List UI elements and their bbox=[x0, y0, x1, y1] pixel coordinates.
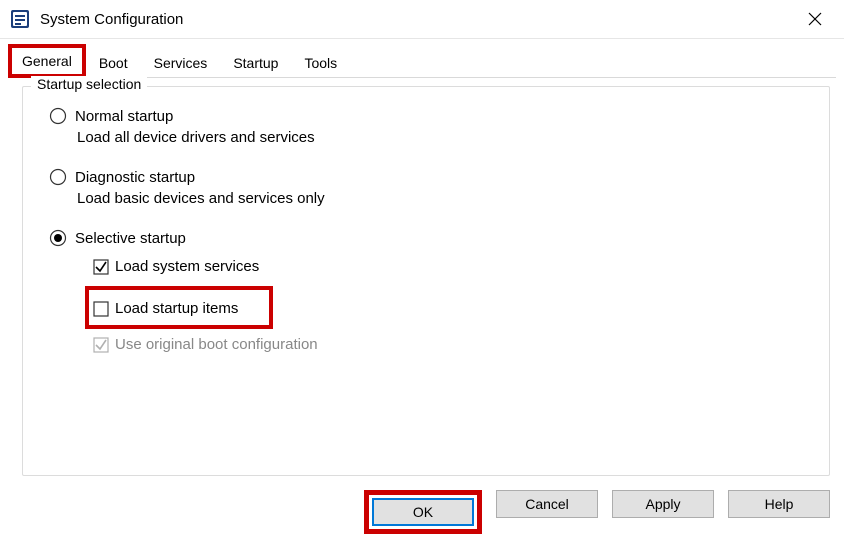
checkbox-load-startup-items[interactable]: Load startup items bbox=[85, 286, 273, 329]
dialog-buttons: OK Cancel Apply Help bbox=[364, 490, 830, 534]
radio-unchecked-icon bbox=[49, 107, 67, 125]
tab-startup[interactable]: Startup bbox=[220, 49, 291, 78]
ok-button[interactable]: OK bbox=[372, 498, 474, 526]
app-icon bbox=[10, 9, 30, 29]
group-label: Startup selection bbox=[31, 76, 147, 92]
radio-unchecked-icon bbox=[49, 168, 67, 186]
apply-button[interactable]: Apply bbox=[612, 490, 714, 518]
close-icon bbox=[808, 12, 822, 26]
radio-selective-label: Selective startup bbox=[75, 230, 186, 247]
window-title: System Configuration bbox=[40, 11, 792, 28]
checkbox-load-system-services-label: Load system services bbox=[115, 258, 259, 275]
radio-diagnostic-desc: Load basic devices and services only bbox=[77, 190, 809, 207]
radio-normal-label: Normal startup bbox=[75, 108, 173, 125]
startup-selection-group: Startup selection Normal startup Load al… bbox=[22, 86, 830, 476]
checkbox-unchecked-icon bbox=[93, 301, 109, 317]
radio-normal-startup[interactable]: Normal startup bbox=[49, 107, 809, 125]
tab-services[interactable]: Services bbox=[141, 49, 221, 78]
tab-general[interactable]: General bbox=[14, 50, 80, 72]
radio-normal-desc: Load all device drivers and services bbox=[77, 129, 809, 146]
help-button[interactable]: Help bbox=[728, 490, 830, 518]
highlight-ok-button: OK bbox=[364, 490, 482, 534]
tab-tools[interactable]: Tools bbox=[291, 49, 350, 78]
checkbox-checked-icon bbox=[93, 259, 109, 275]
radio-diagnostic-label: Diagnostic startup bbox=[75, 169, 195, 186]
close-button[interactable] bbox=[792, 4, 838, 34]
highlight-general-tab: General bbox=[8, 44, 86, 78]
checkbox-load-system-services[interactable]: Load system services bbox=[89, 257, 809, 276]
system-configuration-window: System Configuration General Boot Servic… bbox=[0, 0, 844, 544]
radio-diagnostic-startup[interactable]: Diagnostic startup bbox=[49, 168, 809, 186]
checkbox-use-original-boot: Use original boot configuration bbox=[89, 335, 809, 354]
tab-boot[interactable]: Boot bbox=[86, 49, 141, 78]
checkbox-use-original-boot-label: Use original boot configuration bbox=[115, 336, 318, 353]
checkbox-load-startup-items-label: Load startup items bbox=[115, 300, 238, 317]
tab-strip: General Boot Services Startup Tools bbox=[8, 47, 836, 78]
titlebar: System Configuration bbox=[0, 0, 844, 39]
radio-checked-icon bbox=[49, 229, 67, 247]
cancel-button[interactable]: Cancel bbox=[496, 490, 598, 518]
radio-selective-startup[interactable]: Selective startup bbox=[49, 229, 809, 247]
checkbox-checked-disabled-icon bbox=[93, 337, 109, 353]
